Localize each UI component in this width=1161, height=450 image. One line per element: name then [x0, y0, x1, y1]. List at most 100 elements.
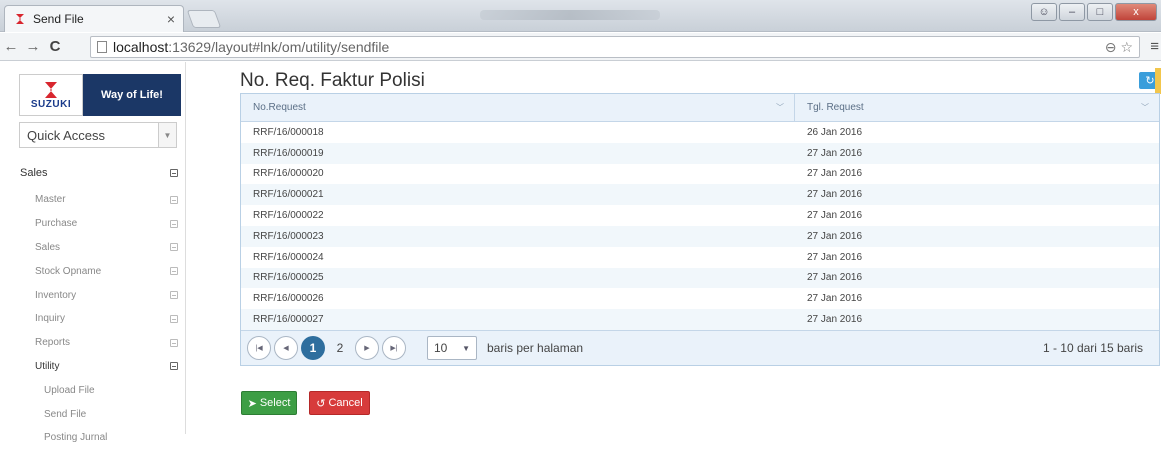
sidebar-item-master[interactable]: Master — [0, 188, 186, 212]
table-row[interactable]: RRF/16/000025 27 Jan 2016 — [241, 267, 1159, 289]
sidebar-item-sales[interactable]: Sales — [0, 158, 186, 188]
cell-tgl-request: 27 Jan 2016 — [807, 230, 863, 242]
page-2-button[interactable]: 2 — [328, 336, 352, 360]
cancel-button[interactable]: ↺ Cancel — [309, 391, 370, 415]
minimize-button[interactable]: – — [1059, 3, 1085, 21]
table-row[interactable]: RRF/16/000022 27 Jan 2016 — [241, 205, 1159, 226]
sidebar-item-label: Purchase — [35, 218, 78, 230]
table-row[interactable]: RRF/16/000019 27 Jan 2016 — [241, 142, 1159, 164]
browser-menu-icon[interactable]: ≡ — [1150, 38, 1159, 55]
cell-no-request: RRF/16/000019 — [253, 147, 324, 159]
cell-no-request: RRF/16/000026 — [253, 293, 324, 305]
quick-access-select[interactable]: Quick Access ▼ — [19, 122, 177, 148]
new-tab-button[interactable] — [186, 10, 222, 28]
select-button[interactable]: ➤ Select — [241, 391, 297, 415]
cell-tgl-request: 27 Jan 2016 — [807, 210, 863, 222]
sidebar-item-sales[interactable]: Sales — [0, 236, 186, 260]
last-page-icon[interactable]: ▶| — [382, 336, 406, 360]
logo-mark: SUZUKI — [19, 74, 83, 116]
window-title-blurred — [480, 10, 660, 20]
table-row[interactable]: RRF/16/000024 27 Jan 2016 — [241, 247, 1159, 268]
zoom-icon[interactable]: ⊖ — [1105, 39, 1117, 56]
chevron-down-icon: ▼ — [158, 123, 176, 147]
collapse-icon[interactable] — [170, 169, 178, 177]
sidebar-item-stock-opname[interactable]: Stock Opname — [0, 259, 186, 283]
maximize-button[interactable]: □ — [1087, 3, 1113, 21]
request-grid: No.Request ﹀ Tgl. Request ﹀ RRF/16/00001… — [240, 93, 1160, 366]
page-icon — [97, 41, 107, 53]
page-1-button[interactable]: 1 — [301, 336, 325, 360]
browser-tab-bar: Send File × ☺ – □ x — [0, 0, 1161, 32]
cell-tgl-request: 27 Jan 2016 — [807, 147, 863, 159]
cell-tgl-request: 27 Jan 2016 — [807, 272, 863, 284]
column-header-no-request[interactable]: No.Request ﹀ — [241, 94, 795, 121]
sidebar-item-inquiry[interactable]: Inquiry — [0, 307, 186, 331]
sidebar-item-label: Reports — [35, 337, 71, 349]
browser-tab[interactable]: Send File × — [4, 5, 184, 32]
table-row[interactable]: RRF/16/000027 27 Jan 2016 — [241, 309, 1159, 330]
collapse-icon[interactable] — [170, 267, 178, 276]
sidebar-item-posting-jurnal[interactable]: Posting Jurnal — [0, 426, 186, 450]
collapse-icon[interactable] — [170, 243, 178, 252]
sidebar-item-purchase[interactable]: Purchase — [0, 212, 186, 236]
cell-no-request: RRF/16/000021 — [253, 189, 324, 201]
next-page-icon[interactable]: ▶ — [355, 336, 379, 360]
close-window-button[interactable]: x — [1115, 3, 1157, 21]
suzuki-s-icon — [45, 81, 57, 98]
sidebar-item-reports[interactable]: Reports — [0, 331, 186, 355]
first-page-icon[interactable]: |◀ — [247, 336, 271, 360]
tab-close-icon[interactable]: × — [167, 11, 175, 27]
collapse-icon[interactable] — [170, 338, 178, 347]
sort-chevron-icon: ﹀ — [1141, 103, 1149, 112]
column-header-tgl-request[interactable]: Tgl. Request ﹀ — [795, 94, 1159, 121]
cell-no-request: RRF/16/000018 — [253, 126, 324, 138]
sidebar-item-send-file[interactable]: Send File — [0, 402, 186, 426]
user-icon[interactable]: ☺ — [1031, 3, 1057, 21]
cell-tgl-request: 27 Jan 2016 — [807, 251, 863, 263]
sidebar-item-label: Inquiry — [35, 313, 66, 325]
omnibox-actions: ⊖ ☆ — [1105, 39, 1133, 56]
logo-brand: SUZUKI — [30, 98, 72, 110]
cell-tgl-request: 27 Jan 2016 — [807, 314, 863, 326]
collapse-icon[interactable] — [170, 219, 178, 228]
suzuki-logo: SUZUKI Way of Life! — [19, 74, 181, 116]
cell-tgl-request: 27 Jan 2016 — [807, 189, 863, 201]
collapse-icon[interactable] — [170, 362, 178, 371]
grid-pager: |◀ ◀ 1 2 ▶ ▶| 10 ▼ baris per halaman 1 -… — [241, 330, 1159, 365]
prev-page-icon[interactable]: ◀ — [274, 336, 298, 360]
url-text: localhost:13629/layout#lnk/om/utility/se… — [113, 39, 390, 55]
sidebar-item-label: Inventory — [35, 289, 77, 301]
collapse-icon[interactable] — [170, 291, 178, 300]
sidebar-item-label: Upload File — [44, 384, 95, 396]
send-arrow-icon: ➤ — [247, 397, 257, 410]
per-page-label: baris per halaman — [487, 341, 584, 355]
panel-toggle-tab[interactable] — [1155, 68, 1161, 94]
sidebar-menu: Sales Master Purchase Sales Stock Opname Inve… — [0, 158, 186, 450]
bookmark-star-icon[interactable]: ☆ — [1120, 39, 1133, 56]
collapse-icon[interactable] — [170, 195, 178, 204]
table-row[interactable]: RRF/16/000018 26 Jan 2016 — [241, 122, 1159, 143]
grid-header: No.Request ﹀ Tgl. Request ﹀ — [241, 94, 1159, 122]
table-row[interactable]: RRF/16/000020 27 Jan 2016 — [241, 164, 1159, 185]
sidebar-item-utility[interactable]: Utility — [0, 355, 186, 379]
sidebar-item-inventory[interactable]: Inventory — [0, 283, 186, 307]
sidebar-item-label: Send File — [44, 408, 87, 420]
window-controls: ☺ – □ x — [1031, 3, 1157, 21]
address-bar: ← → C localhost:13629/layout#lnk/om/util… — [0, 33, 1161, 61]
reload-icon[interactable]: C — [44, 38, 66, 55]
cell-no-request: RRF/16/000025 — [253, 272, 324, 284]
cell-no-request: RRF/16/000023 — [253, 230, 324, 242]
table-row[interactable]: RRF/16/000023 27 Jan 2016 — [241, 225, 1159, 247]
collapse-icon[interactable] — [170, 314, 178, 323]
page-size-select[interactable]: 10 ▼ — [427, 336, 477, 360]
sidebar-item-label: Sales — [20, 167, 48, 179]
back-icon[interactable]: ← — [0, 38, 22, 55]
table-row[interactable]: RRF/16/000021 27 Jan 2016 — [241, 184, 1159, 206]
page-title: No. Req. Faktur Polisi — [240, 70, 425, 91]
pager-info: 1 - 10 dari 15 baris — [1042, 341, 1143, 355]
url-input[interactable]: localhost:13629/layout#lnk/om/utility/se… — [90, 36, 1140, 58]
forward-icon[interactable]: → — [22, 38, 44, 55]
table-row[interactable]: RRF/16/000026 27 Jan 2016 — [241, 288, 1159, 309]
cell-no-request: RRF/16/000022 — [253, 210, 324, 222]
sidebar-item-upload-file[interactable]: Upload File — [0, 378, 186, 402]
